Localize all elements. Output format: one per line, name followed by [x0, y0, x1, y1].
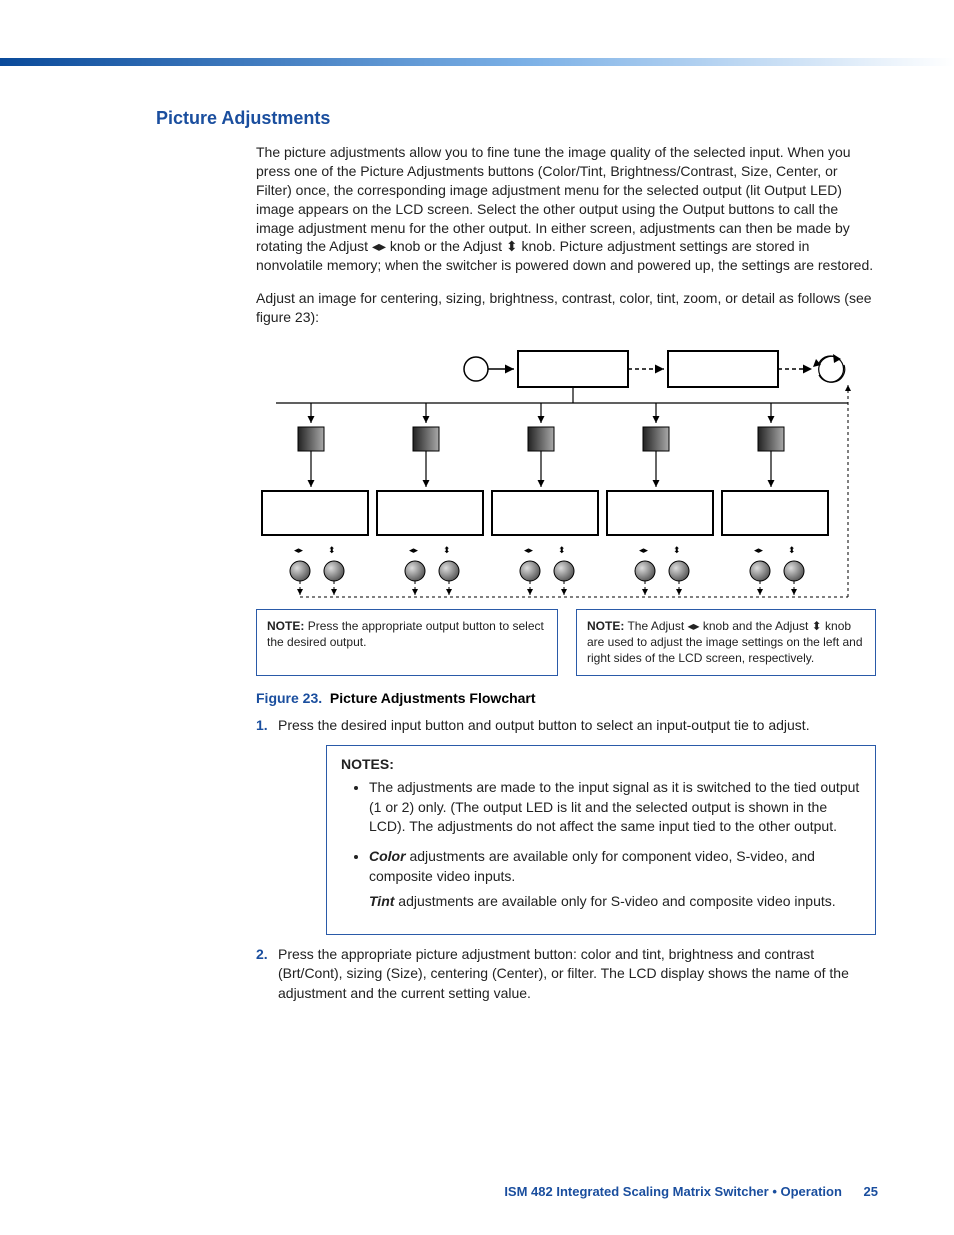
figure-number: Figure 23.: [256, 690, 322, 706]
svg-text:⬍: ⬍: [673, 545, 681, 555]
svg-text:⬍: ⬍: [558, 545, 566, 555]
figure-23-flowchart: ◂▸ ⬍ ◂▸ ⬍ ◂▸ ⬍ ◂▸ ⬍: [256, 339, 876, 706]
svg-text:⬍: ⬍: [788, 545, 796, 555]
figure-title: Picture Adjustments Flowchart: [330, 690, 536, 706]
step-number: 2.: [256, 945, 278, 1004]
note-label: NOTE:: [587, 619, 624, 633]
svg-text:◂▸: ◂▸: [294, 545, 304, 555]
svg-text:◂▸: ◂▸: [409, 545, 419, 555]
emphasis-tint: Tint: [369, 893, 394, 909]
svg-text:◂▸: ◂▸: [639, 545, 649, 555]
note-box-2: NOTE: The Adjust ◂▸ knob and the Adjust …: [576, 609, 876, 676]
step-text: Press the appropriate picture adjustment…: [278, 945, 876, 1004]
svg-text:◂▸: ◂▸: [524, 545, 534, 555]
intro-paragraph-2: Adjust an image for centering, sizing, b…: [256, 289, 876, 327]
footer-title: ISM 482 Integrated Scaling Matrix Switch…: [504, 1184, 842, 1199]
step-number: 1.: [256, 716, 278, 736]
footer-page-number: 25: [864, 1184, 878, 1199]
note-text: The Adjust ◂▸ knob and the Adjust ⬍ knob…: [587, 619, 863, 665]
emphasis-color: Color: [369, 848, 406, 864]
intro-paragraph-1: The picture adjustments allow you to fin…: [256, 143, 876, 275]
step-1: 1. Press the desired input button and ou…: [256, 716, 876, 736]
notes-bullet-2: Color adjustments are available only for…: [369, 847, 861, 912]
svg-text:⬍: ⬍: [328, 545, 336, 555]
svg-text:⬍: ⬍: [443, 545, 451, 555]
section-heading: Picture Adjustments: [156, 108, 876, 129]
header-gradient-bar: [0, 58, 954, 66]
notes-bullet-2-text: adjustments are available only for compo…: [369, 848, 815, 884]
notes-bullet-1: The adjustments are made to the input si…: [369, 778, 861, 837]
step-2: 2. Press the appropriate picture adjustm…: [256, 945, 876, 1004]
page-footer: ISM 482 Integrated Scaling Matrix Switch…: [504, 1184, 878, 1199]
note-box-1: NOTE: Press the appropriate output butto…: [256, 609, 558, 676]
figure-caption: Figure 23. Picture Adjustments Flowchart: [256, 690, 876, 706]
svg-text:◂▸: ◂▸: [754, 545, 764, 555]
note-text: Press the appropriate output button to s…: [267, 619, 544, 649]
notes-heading: NOTES:: [341, 756, 861, 772]
notes-bullet-2-sub-text: adjustments are available only for S-vid…: [394, 893, 835, 909]
notes-block: NOTES: The adjustments are made to the i…: [326, 745, 876, 935]
step-text: Press the desired input button and outpu…: [278, 716, 876, 736]
note-label: NOTE:: [267, 619, 304, 633]
